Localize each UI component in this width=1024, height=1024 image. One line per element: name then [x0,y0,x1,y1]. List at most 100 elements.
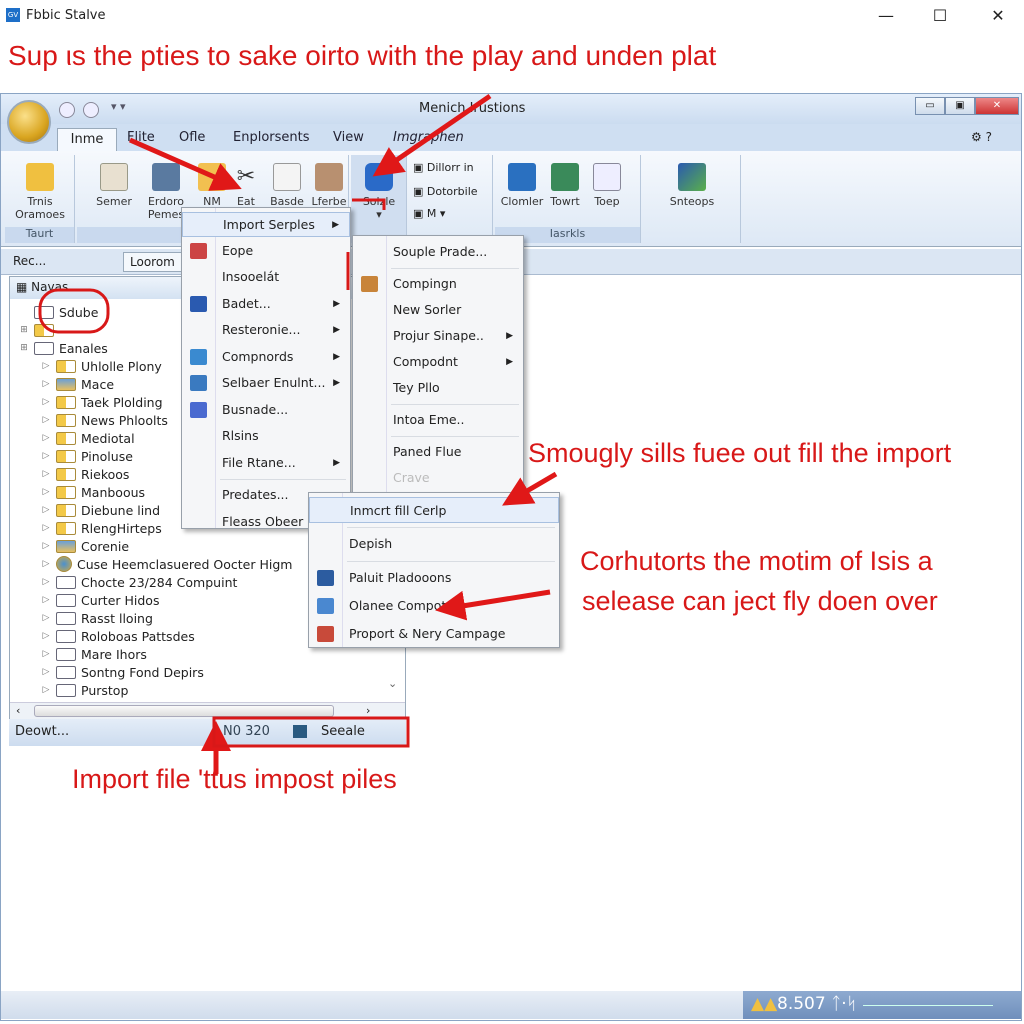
menu-item[interactable]: Compodnt ▶ [353,350,523,374]
menu-item[interactable]: Compnords ▶ [182,345,350,370]
menu-item[interactable]: Resteronie... ▶ [182,318,350,343]
help-icon[interactable]: ⚙ ? [971,130,992,144]
menu-item[interactable]: Crave [353,466,523,490]
ribbon-small-button[interactable]: ▣ Dillorr in [413,161,474,174]
tab-view[interactable]: View [333,130,364,145]
tree-item[interactable]: ▷ News Phloolts [40,411,168,429]
expand-icon[interactable]: ▷ [40,685,52,695]
close-button[interactable]: ✕ [978,4,1018,28]
menu-item[interactable]: Paned Flue [353,440,523,464]
menu-item[interactable]: Insooelát [182,265,350,290]
window-close-button[interactable]: ✕ [975,97,1019,115]
tree-item[interactable]: ⊞ Eanales [18,339,108,357]
tree-item[interactable]: ▷ Mare Ihors [40,645,147,663]
tree-item[interactable]: ▷ Rasst lloing [40,609,153,627]
menu-item[interactable]: Inmcrt fill Cerlp [309,497,559,523]
tab-enplorsents[interactable]: Enplorsents [233,130,310,145]
tree-item[interactable]: ▷ RlengHirteps [40,519,162,537]
ribbon-button[interactable]: Trnis Oramoes [9,163,71,221]
menu-item[interactable]: Compingn [353,272,523,296]
tree-item[interactable]: ▷ Sontng Fond Depirs [40,663,204,681]
maximize-button[interactable]: ☐ [920,4,960,28]
menu-item[interactable]: Rlsins [182,424,350,449]
expand-icon[interactable]: ▷ [40,541,52,551]
ribbon-button[interactable]: Basde [267,163,307,208]
ribbon-button[interactable]: Toep [587,163,627,208]
expand-icon[interactable]: ▷ [40,433,52,443]
tab-imgraphen[interactable]: Imgraphen [393,130,464,145]
ribbon-button[interactable]: Clomler [497,163,547,208]
undo-icon[interactable] [59,102,75,118]
zoom-slider[interactable] [863,1005,993,1006]
scroll-right-icon[interactable]: › [366,704,370,717]
window-restore-button[interactable]: ▣ [945,97,975,115]
scroll-left-icon[interactable]: ‹ [16,704,20,717]
expand-icon[interactable]: ▷ [40,613,52,623]
quick-access-dropdown-icon[interactable]: ▾ ▾ [111,100,126,113]
expand-icon[interactable]: ▷ [40,487,52,497]
expand-icon[interactable]: ▷ [40,451,52,461]
expand-icon[interactable]: ▷ [40,577,52,587]
tree-item[interactable]: ▷ Corenie [40,537,130,555]
expand-icon[interactable]: ▷ [40,379,52,389]
expand-icon[interactable]: ▷ [40,505,52,515]
scroll-down-icon[interactable]: ⌄ [388,677,397,690]
expand-icon[interactable]: ▷ [40,523,52,533]
ribbon-button[interactable]: Towrt [545,163,585,208]
menu-item[interactable]: Olanee Compotoy [309,593,559,619]
tab-flite[interactable]: Flite [127,130,155,145]
ribbon-small-button[interactable]: ▣ M ▾ [413,207,445,220]
ribbon-button[interactable]: Lferbe [309,163,349,208]
tree-item[interactable]: ▷ Diebune lind [40,501,161,519]
tree-item[interactable]: Sdube [18,303,98,321]
tree-item[interactable]: ▷ Manboous [40,483,146,501]
tree-item[interactable]: ▷ Mace [40,375,114,393]
menu-item[interactable]: Busnade... [182,398,350,423]
menu-item[interactable]: Projur Sinape.. ▶ [353,324,523,348]
expand-icon[interactable]: ▷ [40,667,52,677]
menu-item[interactable]: Proport & Nery Campage [309,621,559,647]
tree-item[interactable]: ▷ Cuse Heemclasuered Oocter Higm [40,555,292,573]
minimize-button[interactable]: — [866,4,906,28]
expand-icon[interactable]: ▷ [40,397,52,407]
expand-icon[interactable]: ▷ [40,469,52,479]
redo-icon[interactable] [83,102,99,118]
menu-item[interactable]: Tey Pllo [353,376,523,400]
expand-icon[interactable]: ▷ [40,595,52,605]
expand-icon[interactable]: ▷ [40,649,52,659]
tree-item[interactable]: ▷ Pinoluse [40,447,133,465]
ribbon-button[interactable]: Solzle ▾ [355,163,403,221]
menu-item[interactable]: Import Serples ▶ [182,212,350,237]
menu-item[interactable]: Souple Prade... [353,240,523,264]
menu-item[interactable]: Intoa Eme.. [353,408,523,432]
menu-item[interactable]: Paluit Pladooons [309,565,559,591]
expand-icon[interactable]: ▷ [40,559,52,569]
menu-item[interactable]: Depish [309,531,559,557]
tree-item[interactable]: ▷ Mediotal [40,429,135,447]
tree-item[interactable]: ▷ Riekoos [40,465,130,483]
scrollbar-thumb[interactable] [34,705,334,717]
tree-item[interactable]: ▷ Purstop [40,681,129,699]
expand-icon[interactable]: ⊞ [18,325,30,335]
menu-item[interactable]: Eope [182,239,350,264]
menu-item[interactable]: Selbaer Enulnt... ▶ [182,371,350,396]
ribbon-small-button[interactable]: ▣ Dotorbile [413,185,478,198]
menu-item[interactable]: File Rtane... ▶ [182,451,350,476]
tree-item[interactable]: ▷ Chocte 23/284 Compuint [40,573,238,591]
expand-icon[interactable]: ▷ [40,361,52,371]
ribbon-button[interactable]: Semer [89,163,139,208]
status-scale[interactable]: Seeale [321,724,365,739]
application-orb-button[interactable] [7,100,51,144]
expand-icon[interactable]: ▷ [40,415,52,425]
ribbon-button[interactable]: ✂ Eat [229,163,263,208]
tab-ofle[interactable]: Ofle [179,130,205,145]
tree-item[interactable]: ▷ Curter Hidos [40,591,160,609]
tree-item[interactable]: ⊞ [18,321,59,339]
menu-item[interactable]: New Sorler [353,298,523,322]
horizontal-scrollbar[interactable]: ‹ › [10,702,405,719]
window-minimize-button[interactable]: ▭ [915,97,945,115]
ribbon-button[interactable]: Snteops [663,163,721,208]
tree-item[interactable]: ▷ Uhlolle Plony [40,357,162,375]
tree-item[interactable]: ▷ Roloboas Pattsdes [40,627,195,645]
tab-home[interactable]: Inme [57,128,117,152]
